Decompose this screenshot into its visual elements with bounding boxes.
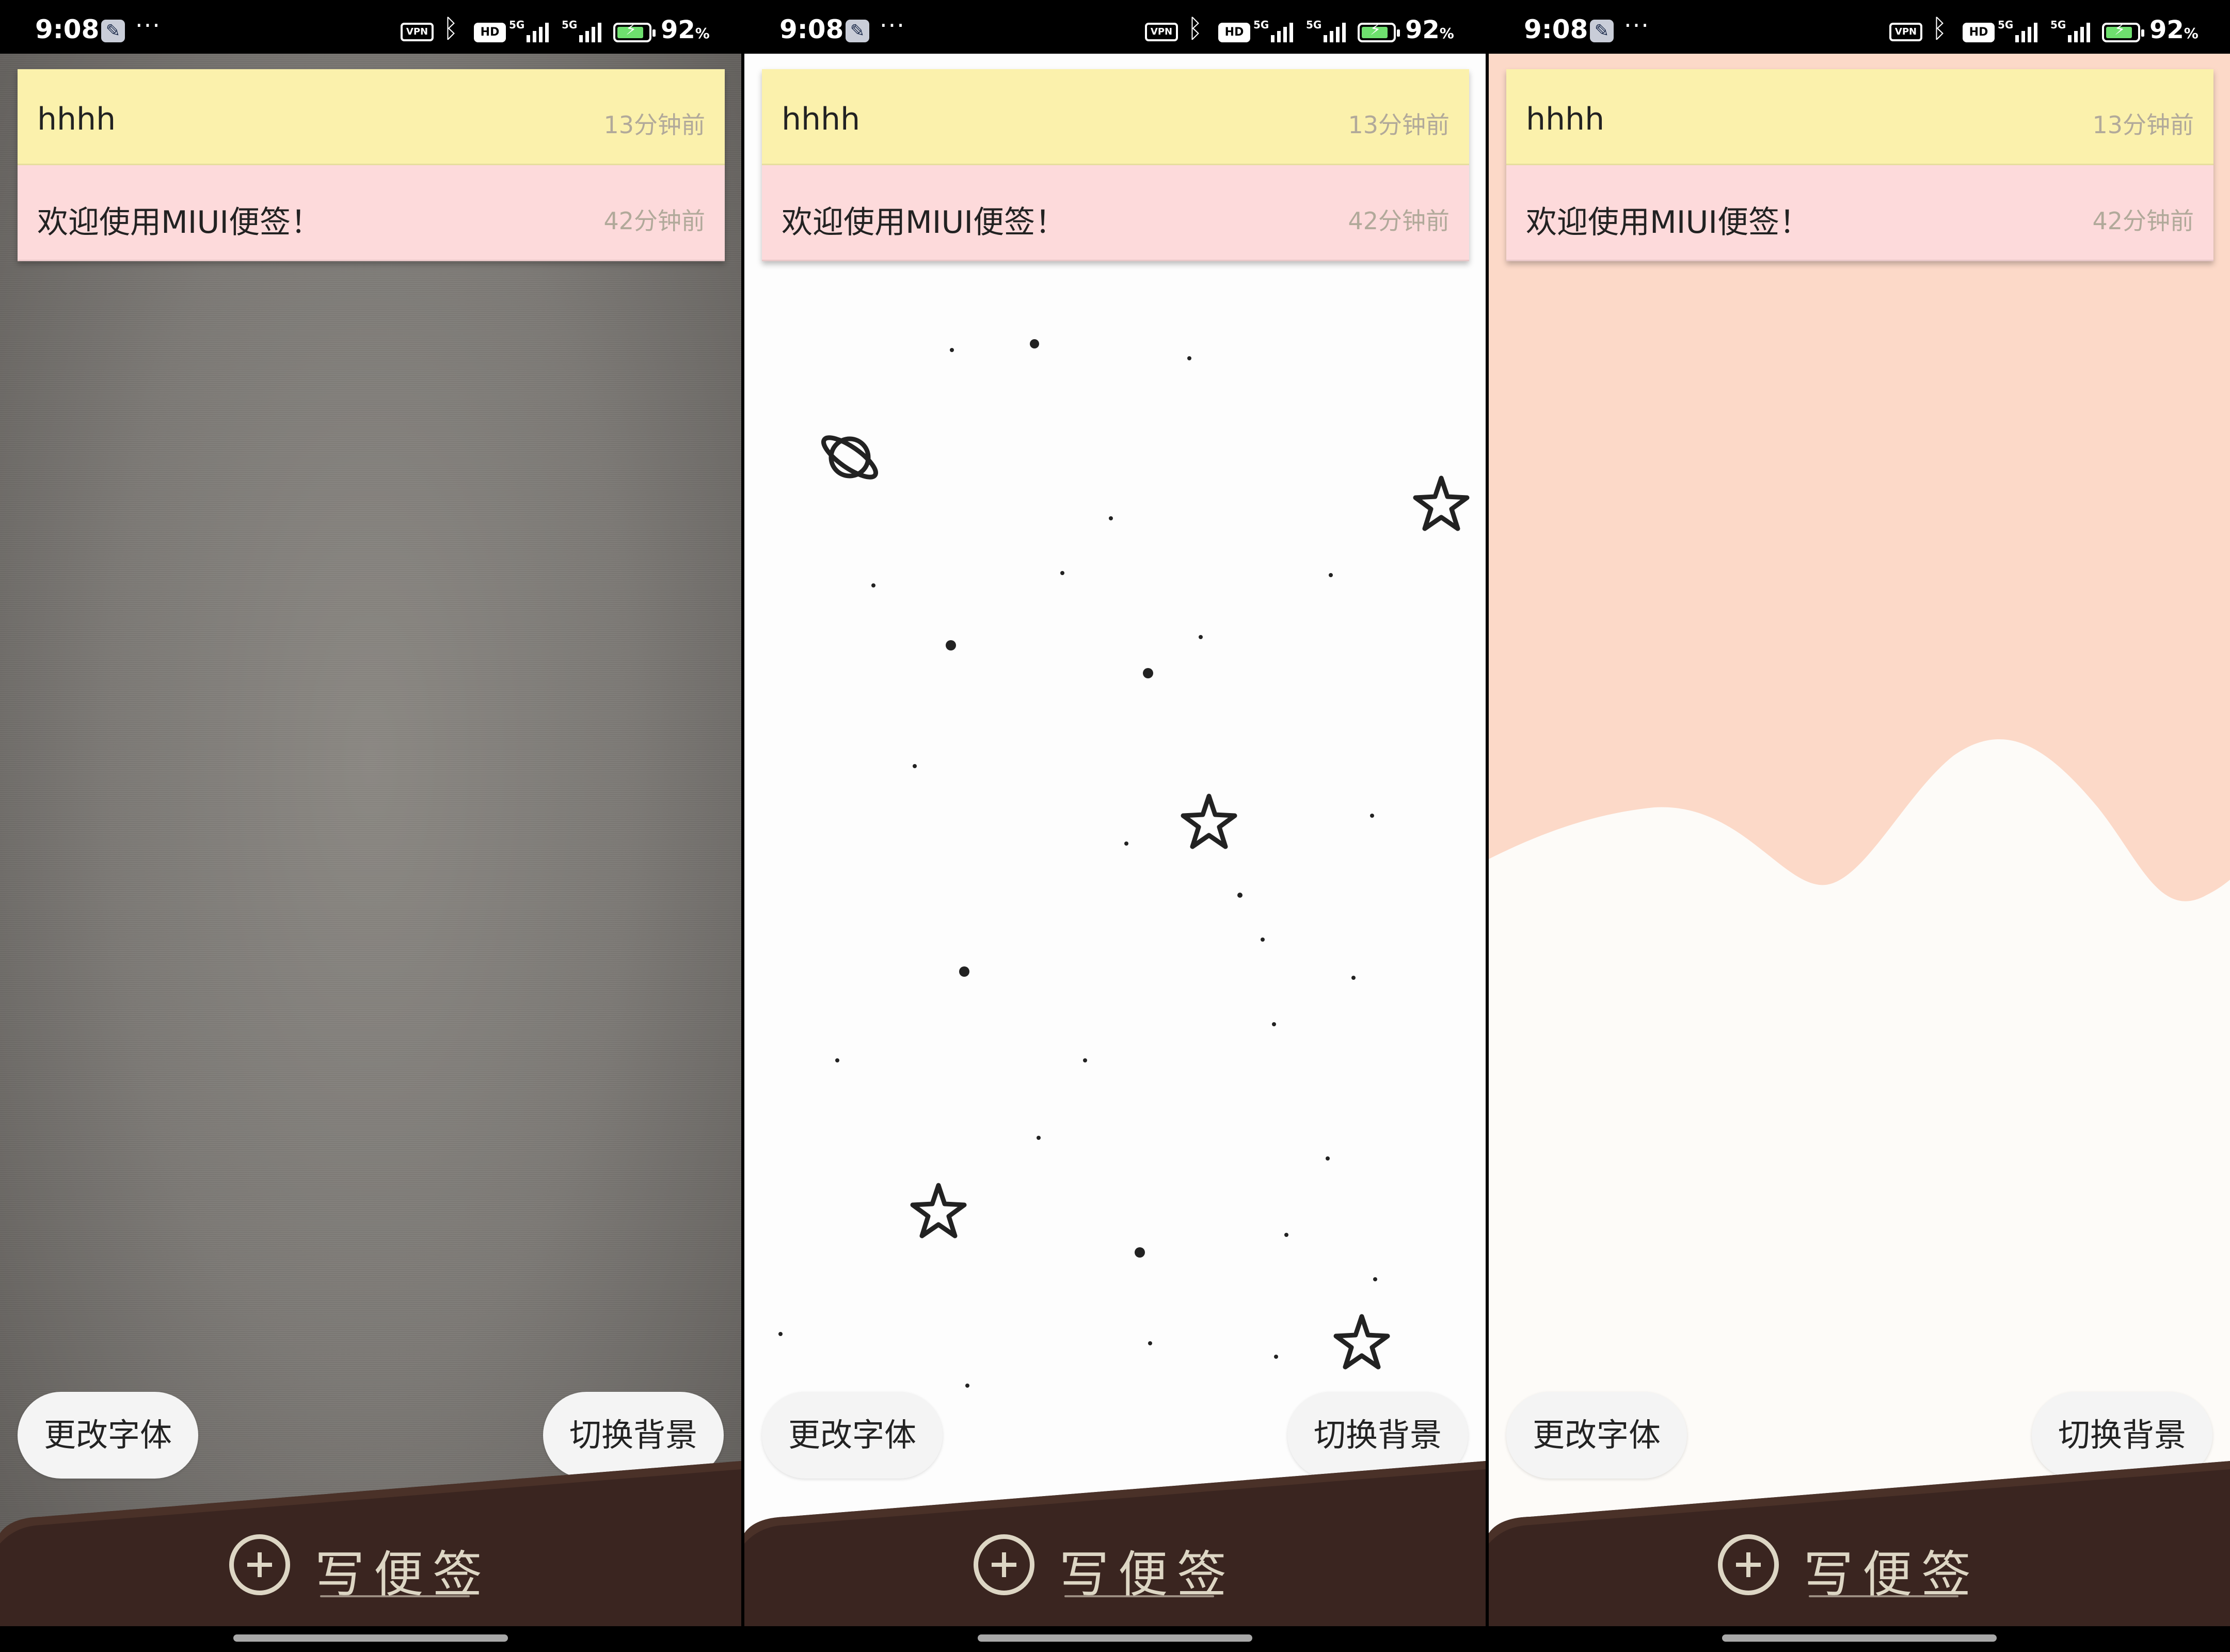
note-time: 42分钟前 <box>1348 207 1450 235</box>
note-time: 13分钟前 <box>603 111 705 139</box>
plus-circle-icon <box>974 1534 1034 1595</box>
note-title: 欢迎使用MIUI便签！ <box>782 204 1066 241</box>
status-bar: 9:08 ✎ ··· VPN ᛒ HD 5G 5G ⚡ 92% <box>744 0 1486 54</box>
home-indicator[interactable] <box>1722 1634 1997 1642</box>
note-item[interactable]: 欢迎使用MIUI便签！ 42分钟前 <box>762 165 1469 261</box>
note-title: hhhh <box>782 101 861 137</box>
note-title: hhhh <box>1526 101 1605 137</box>
more-dots-icon: ··· <box>1624 11 1650 39</box>
wrench-icon: ✎ <box>1590 20 1614 42</box>
note-title: 欢迎使用MIUI便签！ <box>37 204 322 241</box>
note-item[interactable]: hhhh 13分钟前 <box>762 69 1469 165</box>
note-time: 42分钟前 <box>2092 207 2194 235</box>
stars-doodle <box>771 339 1470 1558</box>
battery-charging-icon: ⚡ <box>613 21 656 42</box>
plus-circle-icon <box>229 1534 290 1595</box>
underline-stroke <box>1064 1595 1214 1597</box>
wrench-icon: ✎ <box>101 20 125 42</box>
note-item[interactable]: 欢迎使用MIUI便签！ 42分钟前 <box>1506 165 2213 261</box>
underline-stroke <box>320 1595 470 1597</box>
bluetooth-icon: ᛒ <box>1187 13 1203 43</box>
bluetooth-icon: ᛒ <box>443 13 458 43</box>
gray-texture-background <box>0 54 741 1623</box>
note-title: hhhh <box>37 101 116 137</box>
screen-peach-background: 9:08 ✎ ··· VPN ᛒ HD 5G 5G ⚡ 92% hhhh 13分… <box>1489 0 2230 1652</box>
note-item[interactable]: 欢迎使用MIUI便签！ 42分钟前 <box>18 165 725 261</box>
status-bar: 9:08 ✎ ··· VPN ᛒ HD 5G 5G ⚡ 92% <box>0 0 741 54</box>
more-dots-icon: ··· <box>880 11 905 39</box>
status-time: 9:08 <box>779 14 844 44</box>
note-time: 13分钟前 <box>1348 111 1450 139</box>
battery-charging-icon: ⚡ <box>2102 21 2144 42</box>
note-item[interactable]: hhhh 13分钟前 <box>1506 69 2213 165</box>
screen-stars-background: 9:08 ✎ ··· VPN ᛒ HD 5G 5G ⚡ 92% hhhh 13分… <box>744 0 1486 1652</box>
plus-circle-icon <box>1718 1534 1779 1595</box>
vpn-icon: VPN <box>1145 23 1178 41</box>
note-list: hhhh 13分钟前 欢迎使用MIUI便签！ 42分钟前 <box>1506 69 2213 261</box>
status-time: 9:08 <box>35 14 100 44</box>
bluetooth-icon: ᛒ <box>1932 13 1947 43</box>
hd-icon: HD <box>1218 23 1250 42</box>
peach-wave-background <box>1489 54 2230 1623</box>
note-title: 欢迎使用MIUI便签！ <box>1526 204 1811 241</box>
status-time: 9:08 <box>1524 14 1588 44</box>
note-time: 42分钟前 <box>603 207 705 235</box>
battery-charging-icon: ⚡ <box>1358 21 1400 42</box>
battery-percent: 92% <box>661 15 710 44</box>
home-indicator[interactable] <box>978 1634 1252 1642</box>
wrench-icon: ✎ <box>846 20 869 42</box>
underline-stroke <box>1809 1595 1958 1597</box>
note-list: hhhh 13分钟前 欢迎使用MIUI便签！ 42分钟前 <box>762 69 1469 261</box>
note-list: hhhh 13分钟前 欢迎使用MIUI便签！ 42分钟前 <box>18 69 725 261</box>
status-bar: 9:08 ✎ ··· VPN ᛒ HD 5G 5G ⚡ 92% <box>1489 0 2230 54</box>
battery-percent: 92% <box>1405 15 1454 44</box>
vpn-icon: VPN <box>1889 23 1922 41</box>
note-item[interactable]: hhhh 13分钟前 <box>18 69 725 165</box>
note-time: 13分钟前 <box>2092 111 2194 139</box>
vpn-icon: VPN <box>401 23 434 41</box>
hd-icon: HD <box>1963 23 1995 42</box>
hd-icon: HD <box>474 23 506 42</box>
screen-gray-background: 9:08 ✎ ··· VPN ᛒ HD 5G 5G ⚡ 92% hhhh 13分… <box>0 0 741 1652</box>
stars-background <box>744 54 1486 1623</box>
more-dots-icon: ··· <box>135 11 161 39</box>
home-indicator[interactable] <box>233 1634 508 1642</box>
wave-shape <box>1489 739 2230 1623</box>
battery-percent: 92% <box>2149 15 2199 44</box>
